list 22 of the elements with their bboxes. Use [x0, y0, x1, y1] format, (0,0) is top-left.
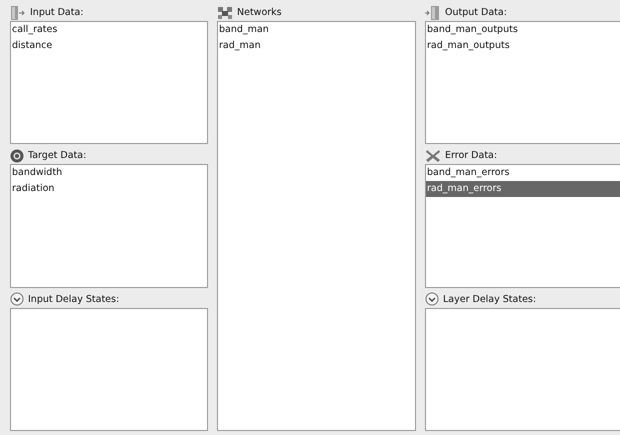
list-item[interactable]: band_man_errors: [426, 165, 620, 182]
target-icon: [10, 148, 24, 163]
panel-title: Networks: [237, 7, 282, 18]
list-item[interactable]: distance: [11, 38, 207, 54]
list-item[interactable]: rad_man: [218, 38, 415, 54]
panel-title: Input Data:: [30, 7, 84, 18]
panel-title: Layer Delay States:: [443, 294, 536, 305]
network-icon: [217, 6, 233, 20]
list-item[interactable]: rad_man_errors: [426, 181, 620, 198]
list-item[interactable]: rad_man_outputs: [426, 38, 620, 54]
chevron-down-icon: [10, 292, 24, 306]
list-item[interactable]: band_man: [218, 22, 415, 38]
chevron-down-icon: [425, 292, 439, 306]
list-item[interactable]: band_man_outputs: [426, 22, 620, 38]
list-item[interactable]: call_rates: [11, 22, 207, 38]
panel-title: Target Data:: [28, 150, 86, 162]
list-item[interactable]: radiation: [11, 181, 207, 198]
panel-title: Output Data:: [445, 7, 507, 18]
list-item[interactable]: bandwidth: [11, 165, 207, 182]
error-icon: [425, 148, 441, 163]
panel-title: Error Data:: [445, 150, 498, 162]
panel-title: Input Delay States:: [28, 294, 120, 305]
